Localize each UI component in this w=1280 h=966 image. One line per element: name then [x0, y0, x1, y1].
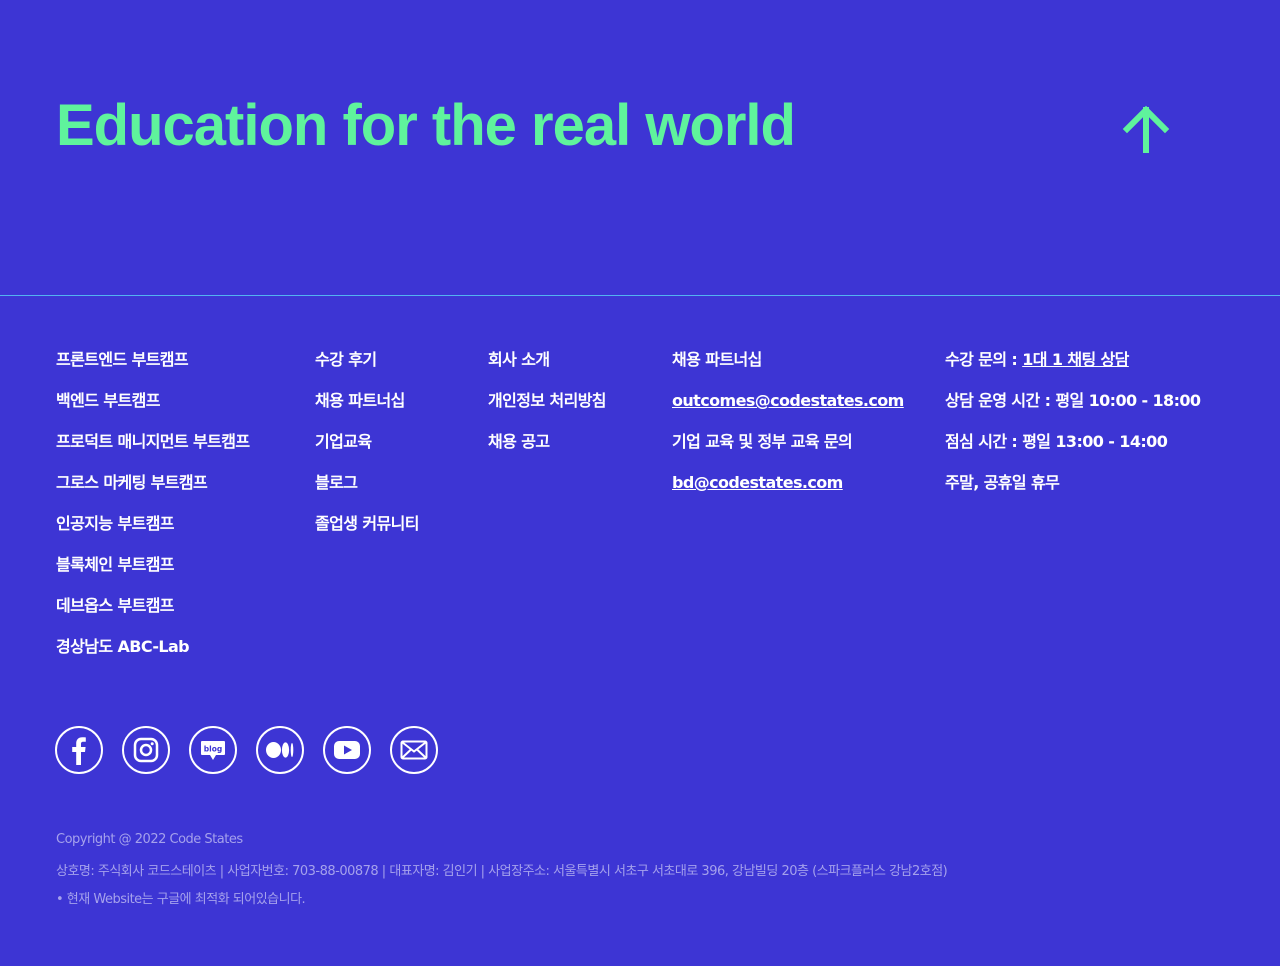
link-about[interactable]: 회사 소개 [488, 350, 550, 369]
blog-icon-text: blog [204, 745, 222, 754]
link-alumni-community[interactable]: 졸업생 커뮤니티 [315, 514, 419, 533]
resource-links: 수강 후기 채용 파트너십 기업교육 블로그 졸업생 커뮤니티 [315, 348, 419, 553]
chat-consult-link[interactable]: 1대 1 채팅 상담 [1022, 350, 1129, 369]
scroll-to-top-button[interactable] [1118, 100, 1174, 160]
link-hiring-partnership[interactable]: 채용 파트너십 [315, 391, 405, 410]
facebook-link[interactable] [55, 726, 103, 774]
lunch-hours: 점심 시간 : 평일 13:00 - 14:00 [945, 432, 1168, 451]
footer-divider [0, 295, 1280, 296]
instagram-link[interactable] [122, 726, 170, 774]
arrow-up-icon [1122, 105, 1170, 153]
education-inquiry-title: 기업 교육 및 정부 교육 문의 [672, 432, 853, 451]
link-corporate-education[interactable]: 기업교육 [315, 432, 372, 451]
link-growth-marketing-bootcamp[interactable]: 그로스 마케팅 부트캠프 [56, 473, 208, 492]
support-info: 수강 문의 : 1대 1 채팅 상담 상담 운영 시간 : 평일 10:00 -… [945, 348, 1201, 512]
link-backend-bootcamp[interactable]: 백엔드 부트캠프 [56, 391, 160, 410]
copyright: Copyright @ 2022 Code States [56, 832, 243, 847]
company-info: 상호명: 주식회사 코드스테이츠 | 사업자번호: 703-88-00878 |… [56, 864, 948, 879]
link-privacy-policy[interactable]: 개인정보 처리방침 [488, 391, 607, 410]
medium-icon [266, 742, 294, 758]
partnership-title: 채용 파트너십 [672, 350, 762, 369]
bootcamp-links: 프론트엔드 부트캠프 백엔드 부트캠프 프로덕트 매니지먼트 부트캠프 그로스 … [56, 348, 250, 676]
link-blockchain-bootcamp[interactable]: 블록체인 부트캠프 [56, 555, 175, 574]
inquiry-label: 수강 문의 : [945, 350, 1023, 369]
youtube-icon [334, 741, 360, 759]
link-blog[interactable]: 블로그 [315, 473, 358, 492]
link-ai-bootcamp[interactable]: 인공지능 부트캠프 [56, 514, 175, 533]
browser-note: • 현재 Website는 구글에 최적화 되어있습니다. [56, 892, 306, 907]
partnership-contact: 채용 파트너십 outcomes@codestates.com 기업 교육 및 … [672, 348, 904, 512]
link-careers[interactable]: 채용 공고 [488, 432, 550, 451]
outcomes-email-link[interactable]: outcomes@codestates.com [672, 391, 904, 410]
link-abc-lab[interactable]: 경상남도 ABC-Lab [56, 637, 190, 656]
link-frontend-bootcamp[interactable]: 프론트엔드 부트캠프 [56, 350, 189, 369]
link-product-management-bootcamp[interactable]: 프로덕트 매니지먼트 부트캠프 [56, 432, 250, 451]
mail-link[interactable] [390, 726, 438, 774]
mail-icon [400, 740, 428, 760]
company-links: 회사 소개 개인정보 처리방침 채용 공고 [488, 348, 607, 471]
link-devops-bootcamp[interactable]: 데브옵스 부트캠프 [56, 596, 175, 615]
blog-icon: blog [201, 741, 225, 760]
bd-email-link[interactable]: bd@codestates.com [672, 473, 843, 492]
medium-link[interactable] [256, 726, 304, 774]
closed-days: 주말, 공휴일 휴무 [945, 473, 1060, 492]
hero-title: Education for the real world [56, 93, 796, 158]
instagram-icon [133, 737, 159, 763]
inquiry-row: 수강 문의 : 1대 1 채팅 상담 [945, 348, 1200, 372]
facebook-icon [72, 737, 86, 765]
link-reviews[interactable]: 수강 후기 [315, 350, 377, 369]
blog-link[interactable]: blog [189, 726, 237, 774]
youtube-link[interactable] [323, 726, 371, 774]
consult-hours: 상담 운영 시간 : 평일 10:00 - 18:00 [945, 391, 1201, 410]
social-links: blog [55, 726, 438, 774]
